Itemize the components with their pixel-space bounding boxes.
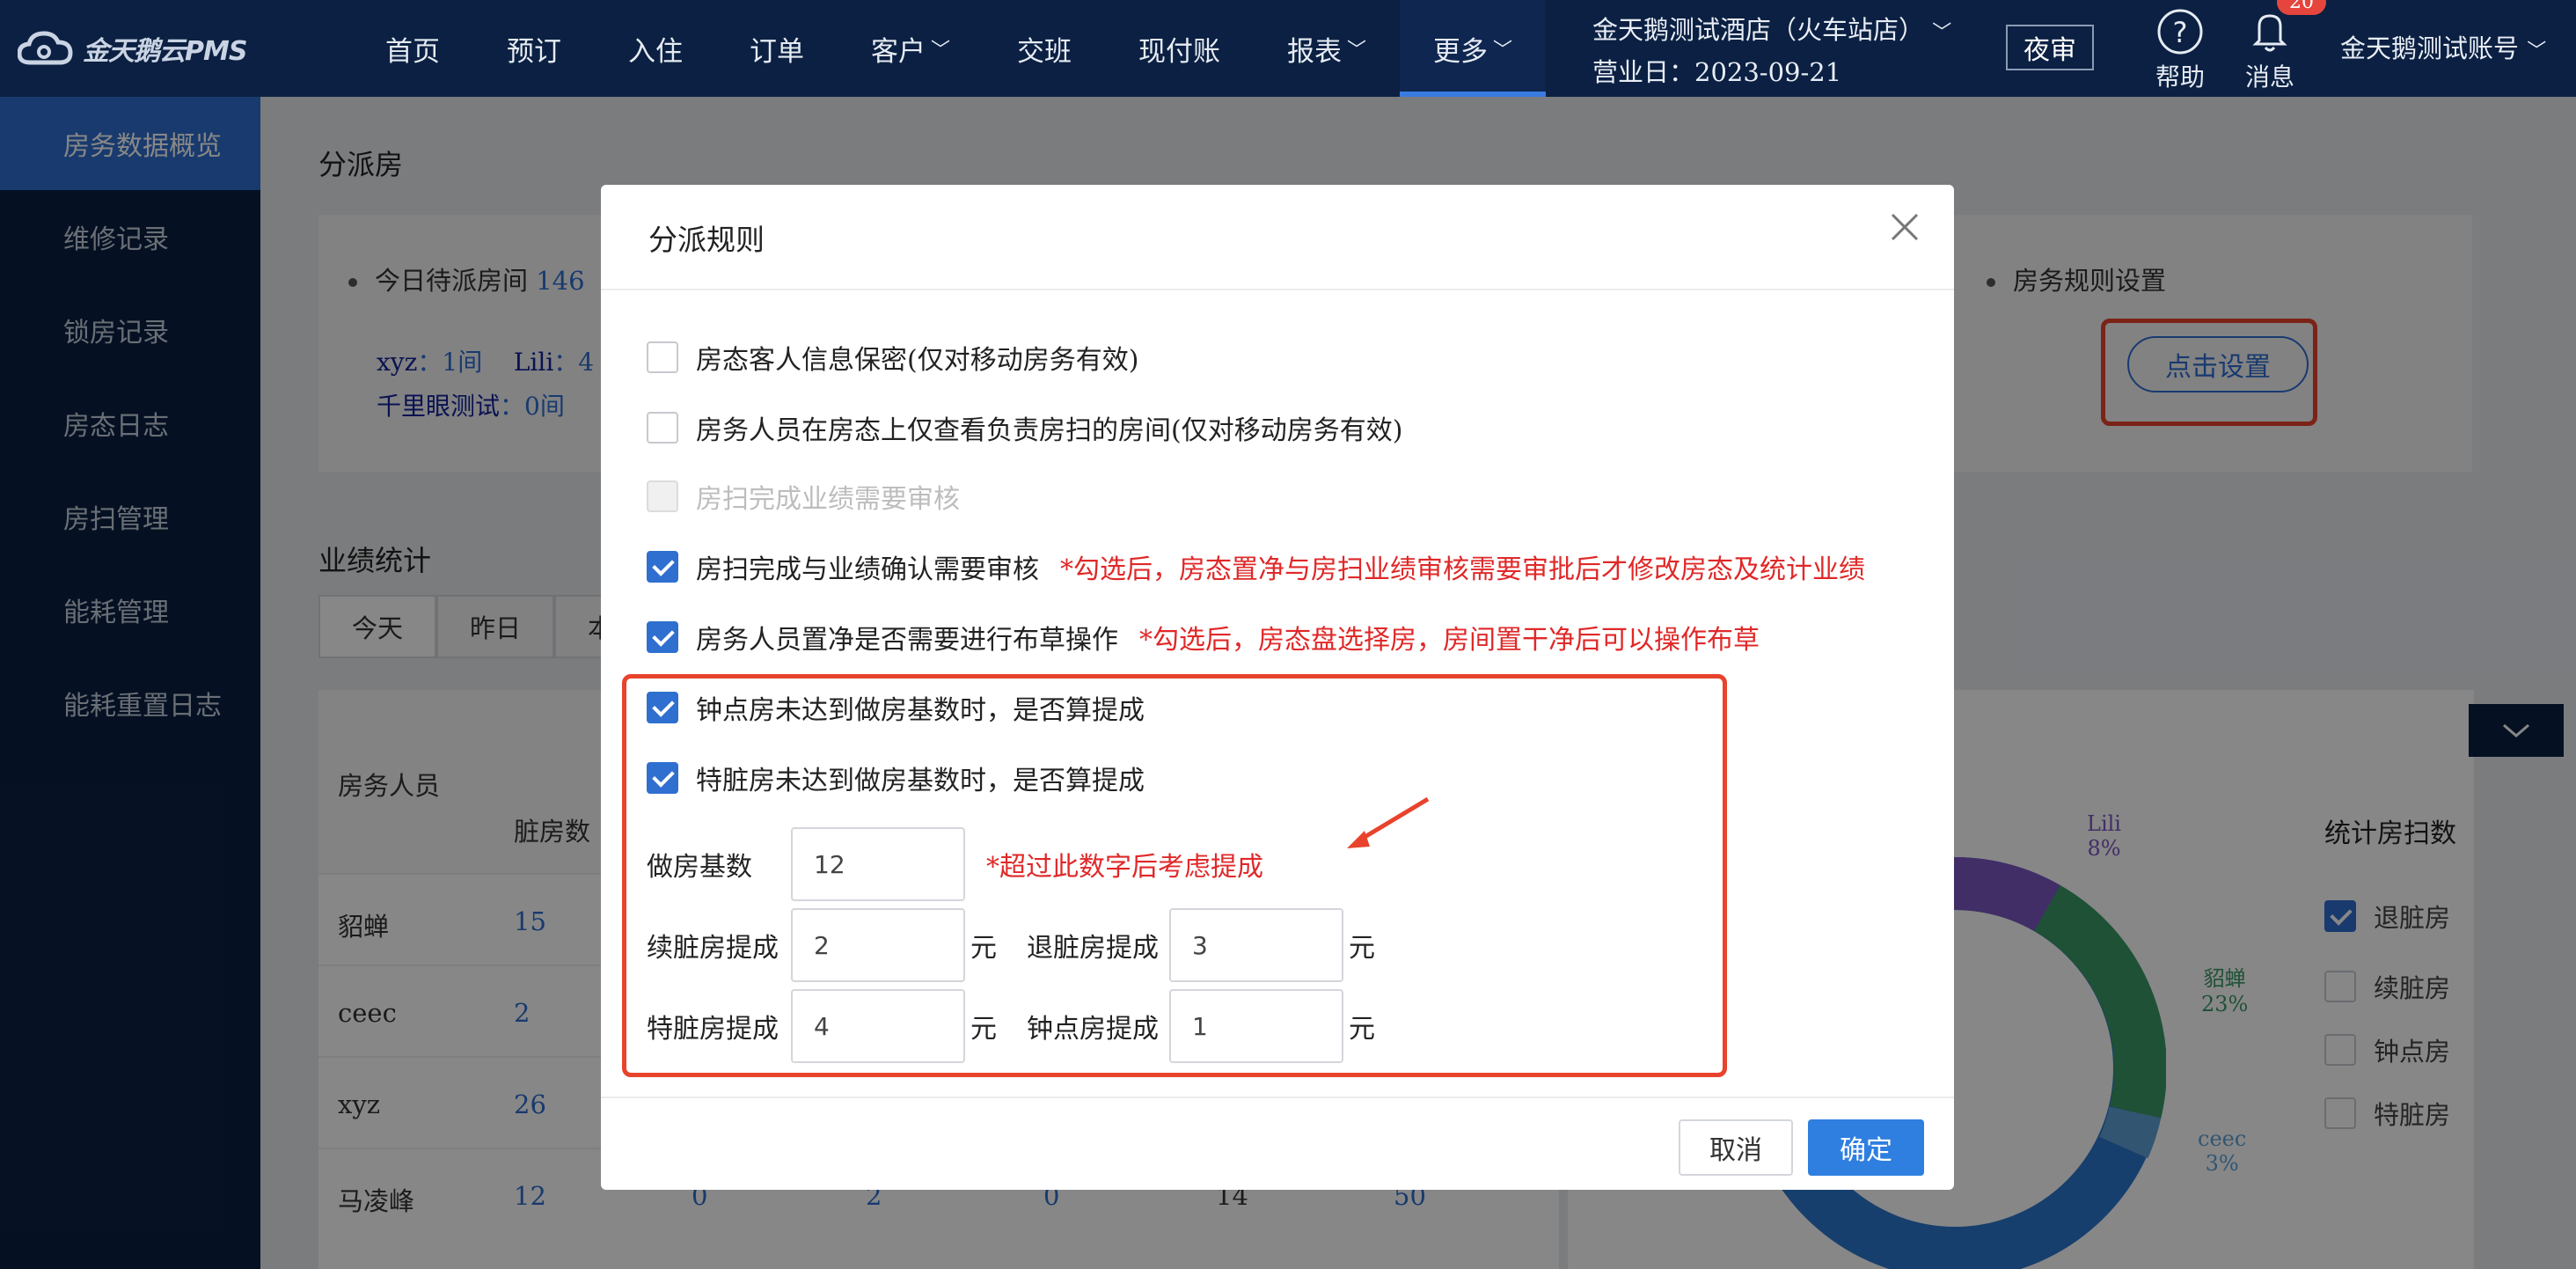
- nav-label: 客户: [871, 35, 926, 68]
- special-dirty-input[interactable]: [791, 989, 965, 1063]
- unit-label: 元: [970, 1014, 997, 1045]
- option-label: 房扫完成业绩需要审核: [696, 484, 960, 515]
- chevron-down-icon: ﹀: [1347, 40, 1367, 62]
- chevron-down-icon: ﹀: [1932, 22, 1952, 44]
- special-dirty-label: 特脏房提成: [647, 1014, 779, 1045]
- hourly-input[interactable]: [1169, 989, 1343, 1063]
- checkbox[interactable]: [647, 341, 678, 373]
- checkbox[interactable]: [647, 551, 678, 583]
- hotel-selector[interactable]: 金天鹅测试酒店（火车站店） ﹀ 营业日：2023-09-21: [1592, 11, 1951, 92]
- option-note: *勾选后，房态盘选择房，房间置干净后可以操作布草: [1139, 625, 1760, 656]
- option-label: 房扫完成与业绩确认需要审核: [696, 554, 1039, 585]
- nav-shift[interactable]: 交班: [984, 0, 1105, 97]
- dialog-title: 分派规则: [648, 223, 765, 257]
- top-bar: 金天鹅云PMS 首页 预订 入住 订单 客户 ﹀ 交班 现付账 报表 ﹀ 更多 ﹀ 金…: [0, 0, 2576, 97]
- nav-more[interactable]: 更多 ﹀: [1400, 0, 1547, 97]
- option-label: 房务人员置净是否需要进行布草操作: [696, 625, 1118, 656]
- night-audit-button[interactable]: 夜审: [2006, 25, 2094, 70]
- nav-reservation[interactable]: 预订: [473, 0, 595, 97]
- nav-checkin[interactable]: 入住: [595, 0, 716, 97]
- hotel-name: 金天鹅测试酒店（火车站店）: [1592, 15, 1925, 45]
- nav-label: 订单: [750, 35, 804, 68]
- cancel-button[interactable]: 取消: [1679, 1119, 1793, 1176]
- option-performance-review: 房扫完成业绩需要审核: [647, 479, 960, 515]
- assign-rules-dialog: 分派规则 房态客人信息保密(仅对移动房务有效) 房务人员在房态上仅查看负责房扫的…: [601, 185, 1954, 1190]
- option-label: 房态客人信息保密(仅对移动房务有效): [696, 345, 1139, 376]
- nav-label: 入住: [628, 35, 683, 68]
- base-count-note: *超过此数字后考虑提成: [986, 852, 1263, 883]
- unit-label: 元: [1349, 1014, 1375, 1045]
- base-count-row: 做房基数 *超过此数字后考虑提成: [647, 827, 1263, 901]
- nav-label: 首页: [385, 35, 440, 68]
- help-label: 帮助: [2155, 62, 2206, 92]
- continue-dirty-input[interactable]: [791, 908, 965, 982]
- close-button[interactable]: [1885, 211, 1924, 250]
- message-count-badge: 20: [2277, 0, 2326, 15]
- option-label: 特脏房未达到做房基数时，是否算提成: [696, 766, 1145, 796]
- confirm-button[interactable]: 确定: [1808, 1119, 1924, 1176]
- option-special-dirty-commission[interactable]: 特脏房未达到做房基数时，是否算提成: [647, 760, 1145, 796]
- nav-label: 更多: [1433, 35, 1489, 68]
- help-button[interactable]: ? 帮助: [2155, 5, 2205, 93]
- nav-orders[interactable]: 订单: [716, 0, 838, 97]
- logo[interactable]: 金天鹅云PMS: [18, 25, 247, 72]
- close-icon: [1891, 213, 1919, 241]
- continue-dirty-label: 续脏房提成: [647, 933, 779, 964]
- option-view-own-rooms[interactable]: 房务人员在房态上仅查看负责房扫的房间(仅对移动房务有效): [647, 410, 1403, 446]
- option-guest-info-privacy[interactable]: 房态客人信息保密(仅对移动房务有效): [647, 340, 1139, 376]
- option-hourly-commission[interactable]: 钟点房未达到做房基数时，是否算提成: [647, 690, 1145, 726]
- messages-button[interactable]: 20 消息: [2245, 0, 2326, 93]
- divider: [601, 289, 1954, 290]
- account-menu[interactable]: 金天鹅测试账号 ﹀: [2340, 28, 2546, 65]
- commission-row-2: 特脏房提成 元 钟点房提成 元: [647, 989, 1405, 1063]
- nav-label: 预订: [507, 35, 561, 68]
- checkbox[interactable]: [647, 762, 678, 794]
- nav-cash-account[interactable]: 现付账: [1105, 0, 1254, 97]
- base-count-label: 做房基数: [647, 852, 752, 883]
- message-label: 消息: [2245, 62, 2295, 92]
- option-note: *勾选后，房态置净与房扫业绩审核需要审批后才修改房态及统计业绩: [1060, 554, 1865, 585]
- checkbox[interactable]: [647, 692, 678, 723]
- nav-customers[interactable]: 客户 ﹀: [838, 0, 984, 97]
- account-name: 金天鹅测试账号: [2340, 33, 2520, 63]
- nav-home[interactable]: 首页: [352, 0, 473, 97]
- option-linen-operation[interactable]: 房务人员置净是否需要进行布草操作 *勾选后，房态盘选择房，房间置干净后可以操作布草: [647, 620, 1760, 656]
- hourly-label: 钟点房提成: [1027, 1014, 1159, 1045]
- chevron-down-icon: ﹀: [931, 40, 951, 62]
- main-nav: 首页 预订 入住 订单 客户 ﹀ 交班 现付账 报表 ﹀ 更多 ﹀: [352, 0, 1547, 97]
- nav-label: 交班: [1017, 35, 1072, 68]
- arrow-annotation-icon: [1347, 796, 1430, 848]
- help-icon: ?: [2157, 9, 2203, 55]
- chevron-down-icon: ﹀: [2527, 40, 2547, 62]
- nav-label: 报表: [1287, 35, 1343, 68]
- checkbox[interactable]: [647, 412, 678, 444]
- unit-label: 元: [970, 933, 997, 964]
- checkbox: [647, 480, 678, 512]
- option-label: 钟点房未达到做房基数时，是否算提成: [696, 695, 1145, 726]
- option-label: 房务人员在房态上仅查看负责房扫的房间(仅对移动房务有效): [696, 415, 1403, 446]
- logo-text: 金天鹅云PMS: [83, 36, 247, 67]
- business-day: 营业日：2023-09-21: [1592, 57, 1842, 87]
- divider: [601, 1097, 1954, 1098]
- nav-label: 现付账: [1138, 35, 1221, 68]
- checkout-dirty-label: 退脏房提成: [1027, 933, 1159, 964]
- chevron-down-icon: ﹀: [1493, 40, 1513, 62]
- svg-text:?: ?: [2173, 16, 2188, 49]
- cloud-logo-icon: [18, 31, 73, 65]
- commission-row-1: 续脏房提成 元 退脏房提成 元: [647, 908, 1405, 982]
- nav-reports[interactable]: 报表 ﹀: [1254, 0, 1400, 97]
- option-cleaning-confirm-review[interactable]: 房扫完成与业绩确认需要审核 *勾选后，房态置净与房扫业绩审核需要审批后才修改房态及…: [647, 549, 1865, 585]
- base-count-input[interactable]: [791, 827, 965, 901]
- checkbox[interactable]: [647, 621, 678, 653]
- checkout-dirty-input[interactable]: [1169, 908, 1343, 982]
- unit-label: 元: [1349, 933, 1375, 964]
